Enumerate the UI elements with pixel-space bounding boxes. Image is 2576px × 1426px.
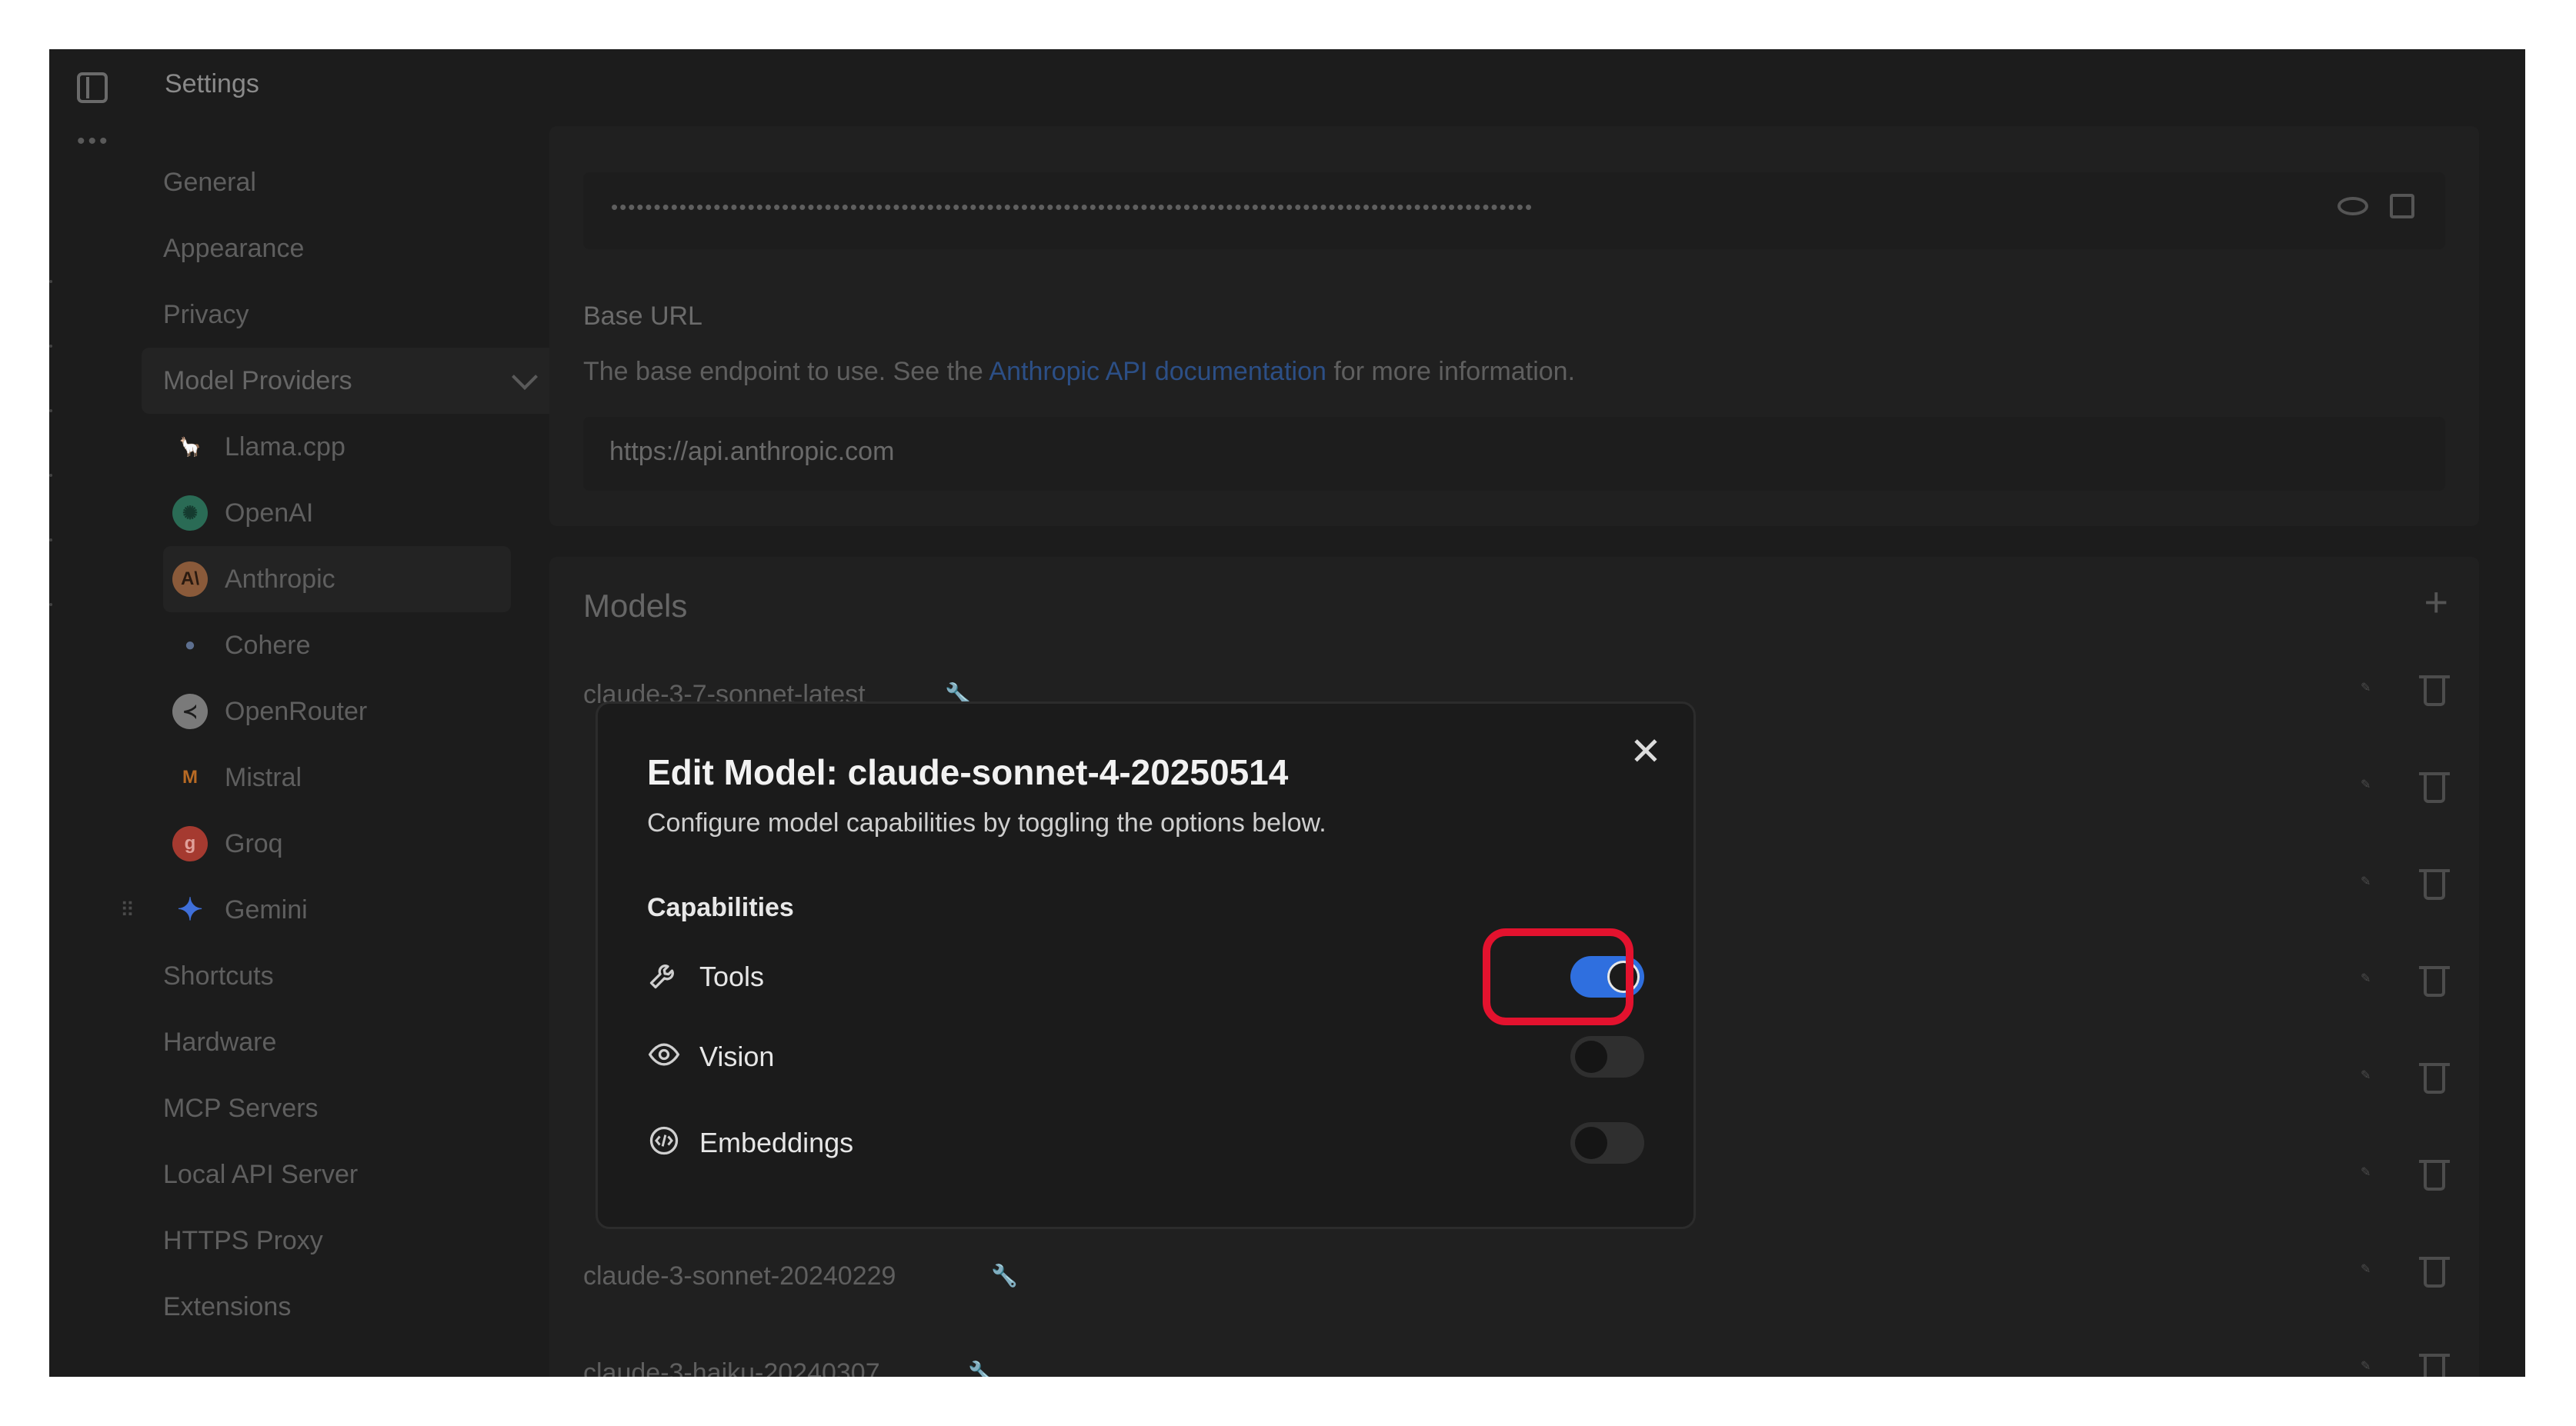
model-name: claude-3-haiku-20240307 [583, 1358, 880, 1377]
edit-icon[interactable]: ✎ [2361, 1068, 2387, 1094]
sidebar-item-shortcuts[interactable]: Shortcuts [142, 943, 557, 1009]
edit-icon[interactable]: ✎ [2361, 777, 2387, 803]
settings-sidebar: General Appearance Privacy Model Provide… [120, 149, 557, 1340]
sidebar-item-model-providers[interactable]: Model Providers [142, 348, 557, 414]
capability-label: Embeddings [699, 1127, 854, 1158]
sidebar-provider-cohere[interactable]: ● Cohere [142, 612, 557, 678]
base-url-value: https://api.anthropic.com [609, 437, 895, 466]
capability-row-vision: Vision [647, 1028, 1644, 1082]
trash-icon[interactable] [2419, 1257, 2450, 1288]
sidebar-item-general[interactable]: General [142, 149, 557, 215]
sidebar-item-extensions[interactable]: Extensions [142, 1274, 557, 1340]
model-name: claude-3-sonnet-20240229 [583, 1261, 896, 1291]
provider-config-card: ••••••••••••••••••••••••••••••••••••••••… [549, 126, 2479, 526]
edit-icon[interactable]: ✎ [2361, 680, 2387, 706]
edit-model-dialog: Edit Model: claude-sonnet-4-20250514 Con… [596, 701, 1696, 1229]
sidebar-provider-groq[interactable]: g Groq [142, 811, 557, 877]
api-key-value: ••••••••••••••••••••••••••••••••••••••••… [611, 195, 1534, 218]
models-title: Models [583, 588, 688, 624]
edit-icon[interactable]: ✎ [2361, 874, 2387, 900]
openrouter-icon: ≺ [172, 694, 208, 729]
edit-icon[interactable]: ✎ [2361, 971, 2387, 997]
dialog-title: Edit Model: claude-sonnet-4-20250514 [647, 752, 1289, 792]
gemini-icon: ✦ [177, 893, 203, 927]
sidebar-item-local-api-server[interactable]: Local API Server [142, 1141, 557, 1208]
trash-icon[interactable] [2419, 1354, 2450, 1377]
edit-icon[interactable]: ✎ [2361, 1164, 2387, 1191]
anthropic-icon: A\ [172, 561, 208, 597]
toggle-knob [1575, 1127, 1607, 1159]
llama-icon: 🦙 [179, 436, 202, 458]
embeddings-icon [647, 1124, 681, 1158]
sidebar-provider-gemini[interactable]: ⠿ ✦ Gemini [120, 877, 557, 943]
trash-icon[interactable] [2419, 772, 2450, 803]
sidebar-provider-llamacpp[interactable]: 🦙 Llama.cpp [142, 414, 557, 480]
trash-icon[interactable] [2419, 869, 2450, 900]
capability-row-tools: Tools [647, 928, 1644, 1025]
model-row: claude-3-sonnet-20240229 🔧 ✎ [583, 1246, 2450, 1308]
sidebar-provider-anthropic[interactable]: A\ Anthropic [163, 546, 511, 612]
api-key-field[interactable]: ••••••••••••••••••••••••••••••••••••••••… [583, 172, 2445, 249]
sidebar-item-mcp-servers[interactable]: MCP Servers [142, 1075, 557, 1141]
openai-icon: ✺ [172, 495, 208, 531]
model-row: claude-3-haiku-20240307 🔧 ✎ [583, 1343, 2450, 1377]
capability-row-embeddings: Embeddings [647, 1114, 1644, 1168]
sidebar-item-https-proxy[interactable]: HTTPS Proxy [142, 1208, 557, 1274]
sidebar-item-appearance[interactable]: Appearance [142, 215, 557, 282]
sidebar-provider-openrouter[interactable]: ≺ OpenRouter [142, 678, 557, 745]
cohere-icon: ● [184, 635, 196, 655]
embeddings-toggle[interactable] [1570, 1122, 1644, 1164]
tool-icon: 🔧 [991, 1264, 1018, 1288]
top-bar: Settings [49, 49, 2525, 126]
edit-icon[interactable]: ✎ [2361, 1261, 2387, 1288]
edit-icon[interactable]: ✎ [2361, 1358, 2387, 1377]
sidebar-provider-openai[interactable]: ✺ OpenAI [142, 480, 557, 546]
vision-toggle[interactable] [1570, 1036, 1644, 1078]
dialog-subtitle: Configure model capabilities by toggling… [647, 808, 1326, 838]
trash-icon[interactable] [2419, 675, 2450, 706]
sidebar-toggle-icon[interactable] [77, 72, 108, 103]
edge-resize-handle [49, 280, 57, 634]
trash-icon[interactable] [2419, 1063, 2450, 1094]
capability-label: Tools [699, 961, 765, 992]
page-title: Settings [165, 69, 259, 98]
more-options-icon[interactable]: ••• [77, 130, 111, 153]
add-model-icon[interactable]: + [2424, 578, 2448, 626]
anthropic-docs-link[interactable]: Anthropic API documentation [989, 357, 1326, 386]
sidebar-provider-mistral[interactable]: M Mistral [142, 745, 557, 811]
wrench-icon [647, 958, 681, 991]
capability-label: Vision [699, 1041, 775, 1072]
app-window: Settings ••• General Appearance Privacy … [49, 49, 2525, 1377]
drag-handle-icon[interactable]: ⠿ [120, 898, 135, 922]
base-url-input[interactable]: https://api.anthropic.com [583, 417, 2445, 491]
chevron-down-icon [512, 364, 538, 390]
close-icon[interactable]: ✕ [1629, 732, 1663, 771]
sidebar-item-hardware[interactable]: Hardware [142, 1009, 557, 1075]
base-url-label: Base URL [583, 302, 702, 331]
capabilities-heading: Capabilities [647, 893, 794, 922]
highlight-annotation [1483, 928, 1633, 1025]
base-url-description: The base endpoint to use. See the Anthro… [583, 357, 1576, 386]
mistral-icon: M [182, 767, 198, 788]
sidebar-item-privacy[interactable]: Privacy [142, 282, 557, 348]
tool-icon: 🔧 [968, 1361, 995, 1377]
trash-icon[interactable] [2419, 966, 2450, 997]
eye-icon[interactable] [2337, 197, 2368, 215]
eye-icon [647, 1038, 681, 1071]
copy-icon[interactable] [2390, 194, 2414, 218]
toggle-knob [1575, 1041, 1607, 1073]
trash-icon[interactable] [2419, 1160, 2450, 1191]
groq-icon: g [172, 826, 208, 861]
